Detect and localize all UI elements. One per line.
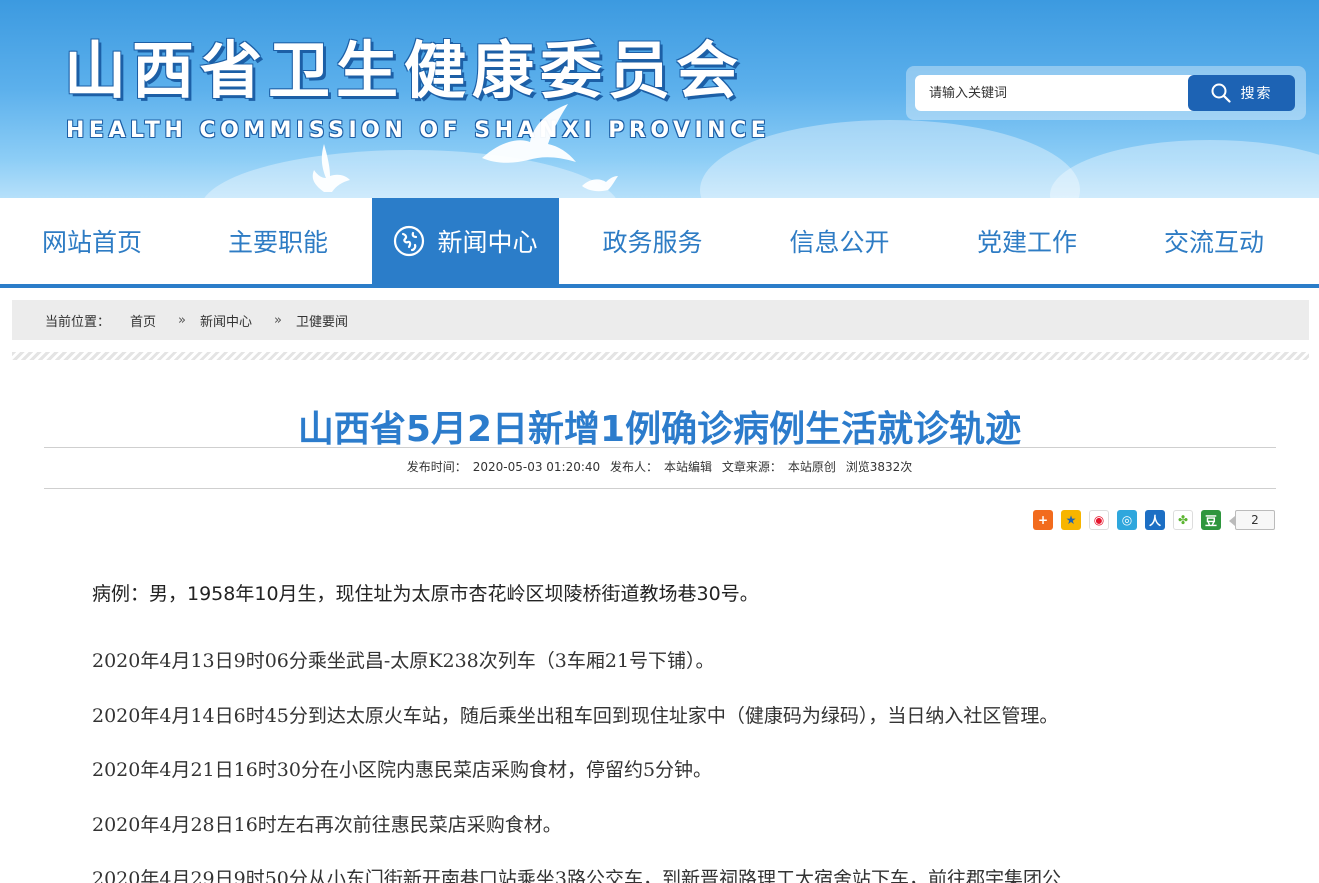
breadcrumb-news-center[interactable]: 新闻中心: [200, 311, 252, 330]
nav-item-label: 信息公开: [789, 228, 890, 257]
meta-source: 本站原创: [787, 460, 836, 474]
article-paragraph: 2020年4月28日16时左右再次前往惠民菜店采购食材。: [92, 813, 562, 836]
site-title: 山西省卫生健康委员会: [64, 34, 745, 107]
nav-item-label: 政务服务: [602, 228, 703, 257]
nav-divider: [0, 284, 1319, 288]
search-button-label: 搜索: [1240, 86, 1273, 102]
nav-item-government-services[interactable]: 政务服务: [559, 198, 746, 284]
decorative-divider: [12, 352, 1309, 360]
meta-publisher: 本站编辑: [664, 460, 713, 474]
breadcrumb-separator: »: [178, 312, 186, 328]
nav-item-home[interactable]: 网站首页: [0, 198, 184, 284]
search-icon: [1211, 83, 1231, 103]
tencent-weibo-icon[interactable]: ◎: [1117, 510, 1137, 530]
nav-item-functions[interactable]: 主要职能: [184, 198, 372, 284]
nav-item-label: 网站首页: [41, 228, 142, 257]
site-subtitle: HEALTH COMMISSION OF SHANXI PROVINCE: [66, 118, 771, 143]
article-paragraph: 2020年4月21日16时30分在小区院内惠民菜店采购食材，停留约5分钟。: [92, 759, 713, 781]
meta-views: 浏览3832次: [845, 460, 913, 474]
meta-source-label: 文章来源：: [721, 460, 782, 474]
article-meta: 发布时间： 2020-05-03 01:20:40 发布人： 本站编辑 文章来源： 本…: [0, 458, 1319, 475]
nav-item-label: 交流互动: [1163, 228, 1264, 257]
breadcrumb-prefix: 当前位置：: [45, 314, 111, 330]
breadcrumb: 当前位置： 首页 » 新闻中心 » 卫健要闻: [12, 300, 1309, 340]
kaixin-icon[interactable]: ✤: [1173, 510, 1193, 530]
nav-item-label: 主要职能: [227, 228, 328, 257]
article-paragraph: 2020年4月13日9时06分乘坐武昌-太原K238次列车（3车厢21号下铺）。: [92, 650, 715, 672]
article-paragraph: 病例：男，1958年10月生，现住址为太原市杏花岭区坝陵桥街道教场巷30号。: [92, 583, 759, 605]
breadcrumb-home[interactable]: 首页: [130, 311, 156, 330]
site-header: 山西省卫生健康委员会 HEALTH COMMISSION OF SHANXI P…: [0, 0, 1319, 198]
article-paragraph: 2020年4月29日9时50分从小东门街新开南巷口站乘坐3路公交车，到新晋祠路理…: [92, 868, 1061, 883]
weibo-icon[interactable]: ◉: [1089, 510, 1109, 530]
meta-published: 2020-05-03 01:20:40: [472, 460, 601, 474]
nav-item-label: 党建工作: [976, 228, 1077, 257]
nav-item-news-center[interactable]: 新闻中心: [372, 198, 559, 284]
nav-item-party-building[interactable]: 党建工作: [933, 198, 1121, 284]
dove-icon: [482, 104, 576, 163]
meta-divider: [44, 488, 1276, 489]
title-divider: [44, 447, 1276, 448]
share-bar: + ★ ◉ ◎ 人 ✤ 豆 2: [1033, 510, 1275, 530]
article-content: 病例：男，1958年10月生，现住址为太原市杏花岭区坝陵桥街道教场巷30号。 2…: [92, 580, 1292, 883]
dove-icon: [312, 144, 350, 192]
nav-item-label: 新闻中心: [437, 228, 538, 257]
search-input[interactable]: [915, 75, 1194, 111]
search-box: 搜索: [906, 66, 1306, 120]
article-paragraph: 2020年4月14日6时45分到达太原火车站，随后乘坐出租车回到现住址家中（健康…: [92, 704, 1059, 727]
qzone-icon[interactable]: ★: [1061, 510, 1081, 530]
nav-item-interaction[interactable]: 交流互动: [1121, 198, 1307, 284]
share-count: 2: [1229, 510, 1275, 530]
meta-publisher-label: 发布人：: [610, 460, 659, 474]
search-button[interactable]: 搜索: [1188, 75, 1295, 111]
main-nav: 网站首页 主要职能 新闻中心 政务服务 信息公开 党建工作 交流互动: [0, 198, 1319, 284]
meta-published-label: 发布时间：: [406, 460, 467, 474]
globe-icon: [394, 225, 425, 257]
article-title: 山西省5月2日新增1例确诊病例生活就诊轨迹: [297, 409, 1022, 450]
dove-icon: [582, 176, 618, 192]
breadcrumb-health-news[interactable]: 卫健要闻: [296, 311, 348, 330]
plus-share-icon[interactable]: +: [1033, 510, 1053, 530]
douban-icon[interactable]: 豆: [1201, 510, 1221, 530]
renren-icon[interactable]: 人: [1145, 510, 1165, 530]
nav-item-information-disclosure[interactable]: 信息公开: [746, 198, 933, 284]
breadcrumb-separator: »: [274, 312, 282, 328]
